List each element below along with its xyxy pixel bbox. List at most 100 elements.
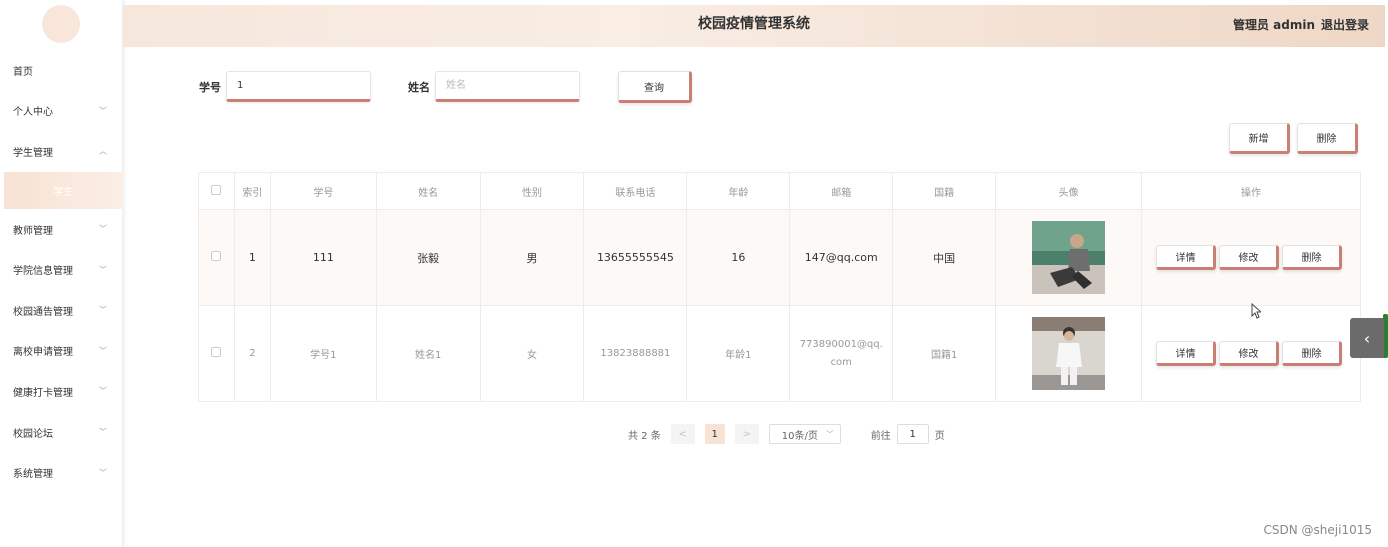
batch-delete-button[interactable]: 删除 [1297, 123, 1358, 154]
watermark: CSDN @sheji1015 [1263, 523, 1372, 537]
name-cell: 姓名1 [375, 305, 481, 402]
country-cell: 国籍1 [892, 305, 997, 402]
student-id-cell: 学号1 [269, 305, 377, 402]
mouse-cursor-icon [1251, 303, 1261, 319]
sidebar-item-leave-application[interactable]: 离校申请管理 ﹀ [0, 331, 123, 372]
sidebar-item-label: 首页 [13, 66, 33, 78]
page-title: 校园疫情管理系统 [698, 16, 810, 32]
chevron-down-icon: ﹀ [99, 224, 107, 234]
sidebar-item-college-info[interactable]: 学院信息管理 ﹀ [0, 249, 123, 290]
select-all-checkbox[interactable] [211, 184, 222, 195]
sidebar-item-system[interactable]: 系统管理 ﹀ [0, 452, 123, 493]
column-header: 邮箱 [789, 172, 894, 210]
column-header: 联系电话 [583, 172, 688, 210]
student-id-cell: 111 [269, 209, 377, 306]
current-page[interactable]: 1 [704, 424, 725, 444]
collapse-panel-button[interactable]: ‹ [1350, 318, 1384, 358]
column-header: 年龄 [686, 172, 791, 210]
column-header: 索引 [233, 172, 271, 210]
sidebar-item-health-checkin[interactable]: 健康打卡管理 ﹀ [0, 371, 123, 412]
name-label: 姓名 [408, 81, 430, 94]
sidebar-subitem-student[interactable]: 学生 [4, 171, 123, 209]
detail-button[interactable]: 详情 [1156, 341, 1217, 366]
page-suffix: 页 [934, 430, 945, 442]
gender-cell: 男 [479, 209, 585, 306]
user-label: 管理员 admin [1232, 18, 1315, 32]
query-button[interactable]: 查询 [618, 71, 692, 103]
chevron-left-icon: ‹ [1363, 328, 1371, 348]
index-cell: 1 [233, 209, 271, 306]
email-cell: 773890001@qq.com [789, 305, 894, 402]
age-cell: 年龄1 [686, 305, 791, 402]
age-cell: 16 [686, 209, 791, 306]
next-page-button[interactable]: > [734, 424, 759, 444]
detail-button[interactable]: 详情 [1156, 245, 1217, 270]
student-id-label: 学号 [199, 81, 221, 94]
chevron-down-icon: ﹀ [99, 305, 107, 315]
sidebar-item-student-management[interactable]: 学生管理 ︿ [0, 131, 123, 172]
sidebar: 首页 个人中心 ﹀ 学生管理 ︿ 学生 教师管理 ﹀ 学院信息管理 ﹀ 校园通告… [0, 0, 123, 547]
student-photo[interactable] [1032, 317, 1106, 390]
prev-page-button[interactable]: < [670, 424, 695, 444]
sidebar-item-teacher-management[interactable]: 教师管理 ﹀ [0, 209, 123, 250]
column-header: 学号 [269, 172, 377, 210]
student-id-input[interactable] [226, 71, 371, 102]
page-size-value: 10条/页 [781, 430, 818, 442]
goto-page-input[interactable]: 1 [896, 424, 929, 444]
edit-button[interactable]: 修改 [1219, 245, 1280, 270]
country-cell: 中国 [892, 209, 997, 306]
sidebar-item-label: 个人中心 [13, 107, 53, 119]
column-header: 头像 [995, 172, 1142, 210]
avatar[interactable] [42, 5, 80, 43]
operations-cell: 详情 修改 删除 [1140, 209, 1362, 306]
pagination: 共 2 条 < 1 > 10条/页 ﹀ 前往 1 页 [628, 424, 945, 444]
row-select-cell [198, 305, 235, 402]
table-row[interactable]: 2 学号1 姓名1 女 13823888881 年龄1 773890001@qq… [198, 305, 1362, 402]
sidebar-item-home[interactable]: 首页 [0, 50, 123, 91]
chevron-down-icon: ﹀ [99, 468, 107, 478]
operations-cell: 详情 修改 删除 [1140, 305, 1362, 402]
add-button[interactable]: 新增 [1229, 123, 1290, 154]
delete-button[interactable]: 删除 [1282, 245, 1343, 270]
avatar-cell [995, 209, 1142, 306]
student-table: 索引 学号 姓名 性别 联系电话 年龄 邮箱 国籍 头像 操作 1 111 张毅… [198, 172, 1362, 402]
row-checkbox[interactable] [211, 347, 222, 357]
column-header: 性别 [479, 172, 585, 210]
row-checkbox[interactable] [211, 251, 222, 261]
row-select-cell [198, 209, 235, 306]
avatar-cell [995, 305, 1142, 402]
sidebar-item-label: 校园论坛 [13, 428, 53, 440]
phone-cell: 13823888881 [583, 305, 688, 402]
sidebar-item-label: 校园通告管理 [13, 306, 73, 318]
name-input[interactable] [435, 71, 580, 102]
index-cell: 2 [233, 305, 271, 402]
phone-cell: 13655555545 [583, 209, 688, 306]
app-root: 首页 个人中心 ﹀ 学生管理 ︿ 学生 教师管理 ﹀ 学院信息管理 ﹀ 校园通告… [0, 0, 1388, 547]
total-count: 共 2 条 [628, 430, 661, 442]
chevron-down-icon: ﹀ [99, 346, 107, 356]
sidebar-item-forum[interactable]: 校园论坛 ﹀ [0, 412, 123, 453]
sidebar-item-profile[interactable]: 个人中心 ﹀ [0, 91, 123, 132]
sidebar-item-label: 学生管理 [13, 147, 53, 159]
column-header: 姓名 [375, 172, 481, 210]
sidebar-item-campus-notice[interactable]: 校园通告管理 ﹀ [0, 290, 123, 331]
table-row[interactable]: 1 111 张毅 男 13655555545 16 147@qq.com 中国 [198, 209, 1362, 306]
student-photo[interactable] [1032, 221, 1106, 294]
name-cell: 张毅 [375, 209, 481, 306]
chevron-up-icon: ︿ [99, 146, 107, 156]
sidebar-menu: 首页 个人中心 ﹀ 学生管理 ︿ 学生 教师管理 ﹀ 学院信息管理 ﹀ 校园通告… [0, 50, 123, 493]
gender-cell: 女 [479, 305, 585, 402]
page-size-select[interactable]: 10条/页 ﹀ [768, 424, 841, 444]
goto-label: 前往 [870, 430, 891, 442]
logout-link[interactable]: 退出登录 [1321, 5, 1369, 45]
chevron-down-icon: ﹀ [99, 427, 107, 437]
chevron-down-icon: ﹀ [99, 386, 107, 396]
chevron-down-icon: ﹀ [825, 429, 834, 439]
table-header-row: 索引 学号 姓名 性别 联系电话 年龄 邮箱 国籍 头像 操作 [198, 172, 1362, 210]
edit-button[interactable]: 修改 [1219, 341, 1280, 366]
delete-button[interactable]: 删除 [1282, 341, 1343, 366]
column-header: 国籍 [892, 172, 997, 210]
chevron-down-icon: ﹀ [99, 265, 107, 275]
sidebar-item-label: 系统管理 [13, 469, 53, 481]
sidebar-item-label: 健康打卡管理 [13, 387, 73, 399]
